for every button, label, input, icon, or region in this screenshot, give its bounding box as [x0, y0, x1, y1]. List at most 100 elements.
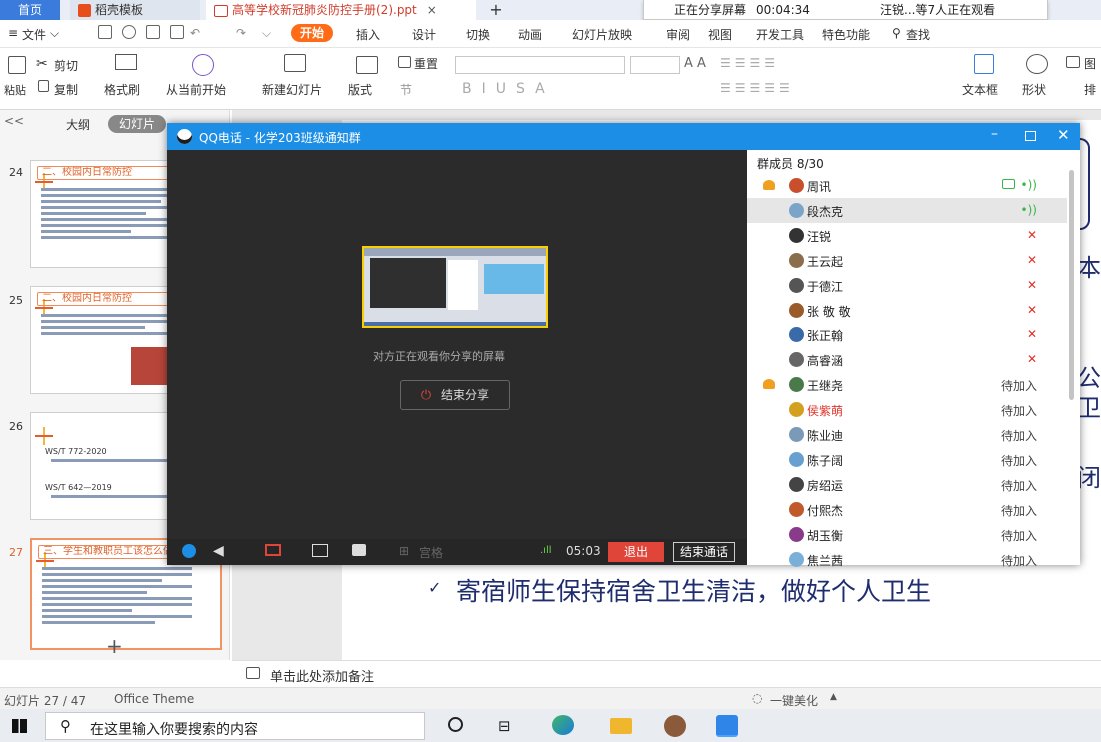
- export-icon[interactable]: [122, 25, 136, 39]
- tab-slides[interactable]: 幻灯片: [108, 115, 166, 133]
- exit-button[interactable]: 退出: [608, 542, 664, 562]
- menu-insert[interactable]: 插入: [356, 26, 380, 43]
- search-icon[interactable]: ⚲: [892, 26, 901, 40]
- app-icon[interactable]: [664, 715, 686, 737]
- picture-icon[interactable]: [1066, 56, 1080, 68]
- new-slide-icon[interactable]: [284, 54, 306, 72]
- member-row[interactable]: 张 敬 敬 ✕: [747, 298, 1067, 323]
- from-current-button[interactable]: 从当前开始: [166, 81, 226, 98]
- beautify-button[interactable]: 一键美化: [770, 692, 818, 709]
- format-painter-button[interactable]: 格式刷: [104, 81, 140, 98]
- windows-start-icon[interactable]: [12, 719, 27, 733]
- member-row[interactable]: 高睿涵 ✕: [747, 347, 1067, 372]
- member-row[interactable]: 侯紫萌 待加入: [747, 397, 1067, 422]
- member-row[interactable]: 陈业迪 待加入: [747, 422, 1067, 447]
- member-row[interactable]: 陈子阔 待加入: [747, 447, 1067, 472]
- layout-button[interactable]: 版式: [348, 81, 372, 98]
- add-slide-button[interactable]: +: [106, 634, 123, 658]
- member-row[interactable]: 周讯 •)): [747, 173, 1067, 198]
- tab-home[interactable]: 首页: [0, 0, 60, 20]
- undo-icon[interactable]: ↶: [190, 26, 200, 40]
- speaker-icon[interactable]: ◀: [213, 543, 224, 559]
- member-row[interactable]: 于德江 ✕: [747, 273, 1067, 298]
- close-tab-icon[interactable]: ×: [427, 3, 437, 17]
- end-share-button[interactable]: ⏻ 结束分享: [400, 380, 510, 410]
- menu-design[interactable]: 设计: [412, 26, 436, 43]
- scissors-icon[interactable]: ✂: [36, 56, 48, 72]
- align-icons[interactable]: ☰☰☰☰☰: [720, 81, 794, 95]
- paste-button[interactable]: 粘贴: [4, 82, 26, 98]
- textbox-button[interactable]: 文本框: [962, 81, 998, 98]
- shape-button[interactable]: 形状: [1022, 81, 1046, 98]
- menu-animation[interactable]: 动画: [518, 26, 542, 43]
- format-painter-icon[interactable]: [115, 54, 137, 70]
- tab-outline[interactable]: 大纲: [66, 116, 90, 133]
- cortana-icon[interactable]: [448, 717, 463, 732]
- tab-document[interactable]: 高等学校新冠肺炎防控手册(2).ppt ×: [206, 0, 476, 20]
- grid-view-button[interactable]: 宫格: [419, 544, 443, 561]
- beautify-caret-icon[interactable]: ▲: [830, 692, 837, 702]
- new-slide-button[interactable]: 新建幻灯片: [262, 81, 322, 98]
- menu-slideshow[interactable]: 幻灯片放映: [572, 26, 632, 43]
- layout-icon[interactable]: [356, 56, 378, 74]
- reset-button[interactable]: 重置: [414, 55, 438, 72]
- screen-share-icon[interactable]: [312, 544, 328, 557]
- notes-area[interactable]: 单击此处添加备注: [232, 660, 1101, 687]
- copy-icon[interactable]: [38, 80, 49, 92]
- close-icon[interactable]: ✕: [1057, 126, 1070, 144]
- customize-icon[interactable]: ⌵: [262, 26, 271, 41]
- tab-daoke[interactable]: 稻壳模板: [70, 0, 200, 20]
- menu-search[interactable]: 查找: [906, 26, 930, 43]
- menu-review[interactable]: 审阅: [666, 26, 690, 43]
- member-row[interactable]: 王继尧 待加入: [747, 372, 1067, 397]
- file-explorer-icon[interactable]: [610, 718, 632, 734]
- minimize-icon[interactable]: –: [991, 126, 998, 142]
- hamburger-icon[interactable]: ≡: [8, 26, 18, 40]
- chevron-down-icon[interactable]: ⌵: [50, 26, 59, 41]
- menu-developer[interactable]: 开发工具: [756, 26, 804, 43]
- member-row[interactable]: 焦兰茜 待加入: [747, 547, 1067, 572]
- reset-icon[interactable]: [398, 56, 411, 68]
- redo-icon[interactable]: ↷: [236, 26, 246, 40]
- section-button[interactable]: 节: [400, 81, 412, 98]
- save-icon[interactable]: [98, 25, 112, 39]
- maximize-icon[interactable]: [1025, 131, 1036, 141]
- member-row[interactable]: 房绍运 待加入: [747, 472, 1067, 497]
- copy-button[interactable]: 复制: [54, 81, 78, 98]
- preview-icon[interactable]: [170, 25, 184, 39]
- notes-placeholder[interactable]: 单击此处添加备注: [270, 666, 374, 685]
- play-icon[interactable]: [192, 54, 214, 76]
- font-size-select[interactable]: [630, 56, 680, 74]
- beautify-icon[interactable]: ◌: [752, 691, 762, 705]
- member-row[interactable]: 张正翰 ✕: [747, 322, 1067, 347]
- grid-icon[interactable]: ⊞: [399, 544, 409, 558]
- cut-button[interactable]: 剪切: [54, 57, 78, 74]
- menu-features[interactable]: 特色功能: [822, 26, 870, 43]
- menu-file[interactable]: 文件: [22, 26, 46, 43]
- whiteboard-icon[interactable]: [352, 544, 366, 556]
- member-row[interactable]: 胡玉衡 待加入: [747, 522, 1067, 547]
- grow-font-icon[interactable]: A A: [684, 56, 706, 71]
- paragraph-icons[interactable]: ☰☰☰☰: [720, 56, 779, 70]
- microphone-icon[interactable]: [182, 544, 196, 558]
- collapse-pane-icon[interactable]: <<: [4, 114, 24, 128]
- member-row[interactable]: 段杰克 •)): [747, 197, 1067, 223]
- textbox-icon[interactable]: [974, 54, 994, 74]
- member-row[interactable]: 付熙杰 待加入: [747, 497, 1067, 522]
- menu-view[interactable]: 视图: [708, 26, 732, 43]
- new-tab-button[interactable]: +: [482, 0, 510, 20]
- shape-icon[interactable]: [1026, 54, 1048, 74]
- end-call-button[interactable]: 结束通话: [673, 542, 735, 562]
- member-row[interactable]: 汪锐 ✕: [747, 223, 1067, 248]
- edge-browser-icon[interactable]: [552, 715, 574, 735]
- arrange-button[interactable]: 排: [1084, 81, 1096, 98]
- member-row[interactable]: 王云起 ✕: [747, 248, 1067, 273]
- task-view-icon[interactable]: ⊟: [498, 717, 511, 735]
- members-scrollbar[interactable]: [1069, 170, 1074, 400]
- taskbar-search[interactable]: ⚲ 在这里输入你要搜索的内容: [45, 712, 425, 740]
- qq-title-bar[interactable]: QQ电话 - 化学203班级通知群 – ✕: [167, 123, 1080, 150]
- wps-icon[interactable]: [716, 715, 738, 737]
- menu-start[interactable]: 开始: [291, 24, 333, 42]
- menu-transition[interactable]: 切换: [466, 26, 490, 43]
- text-format-icons[interactable]: BIUSA: [462, 81, 555, 97]
